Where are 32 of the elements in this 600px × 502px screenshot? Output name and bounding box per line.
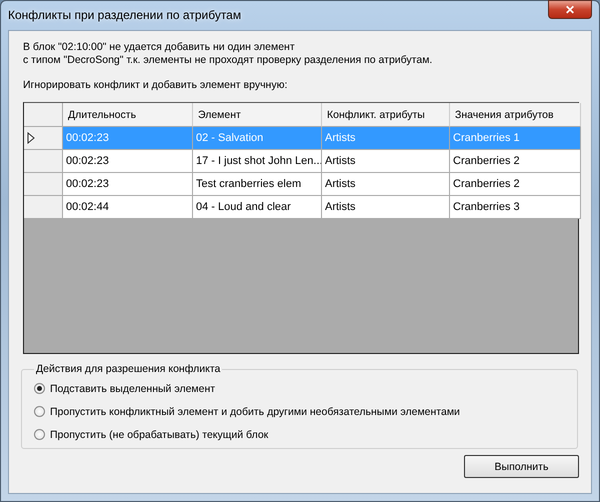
table-cell[interactable]: Artists [322, 196, 450, 219]
radio-option[interactable]: Пропустить (не обрабатывать) текущий блок [34, 423, 565, 446]
table-cell[interactable]: Test cranberries elem [193, 173, 322, 196]
radio-button[interactable] [34, 383, 45, 394]
column-header[interactable]: Значения атрибутов [450, 103, 581, 127]
table-cell[interactable]: Cranberries 3 [450, 196, 581, 219]
row-header[interactable] [24, 127, 63, 150]
close-button[interactable]: ✕ [548, 0, 592, 19]
group-title: Действия для разрешения конфликта [35, 363, 222, 375]
table-caption: Игнорировать конфликт и добавить элемент вручную: [23, 79, 288, 91]
column-header[interactable]: Элемент [193, 103, 322, 127]
column-header[interactable]: Конфликт. атрибуты [322, 103, 450, 127]
radio-option[interactable]: Пропустить конфликтный элемент и добить другими необязательными элементами [34, 400, 565, 423]
table-cell[interactable]: Cranberries 2 [450, 150, 581, 173]
table-cell[interactable]: 00:02:23 [63, 173, 193, 196]
column-header[interactable]: Длительность [63, 103, 193, 127]
message-text: В блок "02:10:00" не удается добавить ни один элемент [23, 41, 296, 54]
message-text: с типом "DecroSong" т.к. элементы не проходят проверку разделения по атрибутам. [23, 54, 434, 67]
table-cell[interactable]: Artists [322, 150, 450, 173]
table-cell[interactable]: Artists [322, 173, 450, 196]
window-title: Конфликты при разделении по атрибутам [8, 8, 242, 22]
radio-button[interactable] [34, 429, 45, 440]
radio-option[interactable]: Подставить выделенный элемент [34, 377, 565, 400]
table-cell[interactable]: 00:02:23 [63, 150, 193, 173]
execute-button[interactable]: Выполнить [464, 455, 579, 478]
table-cell[interactable]: Cranberries 2 [450, 173, 581, 196]
option-label: Пропустить конфликтный элемент и добить другими необязательными элементами [50, 406, 460, 418]
table-cell[interactable]: 00:02:44 [63, 196, 193, 219]
option-label: Подставить выделенный элемент [50, 382, 216, 394]
option-label: Пропустить (не обрабатывать) текущий блок [50, 428, 268, 440]
radio-button[interactable] [34, 406, 45, 417]
table-cell[interactable]: 04 - Loud and clear [193, 196, 322, 219]
